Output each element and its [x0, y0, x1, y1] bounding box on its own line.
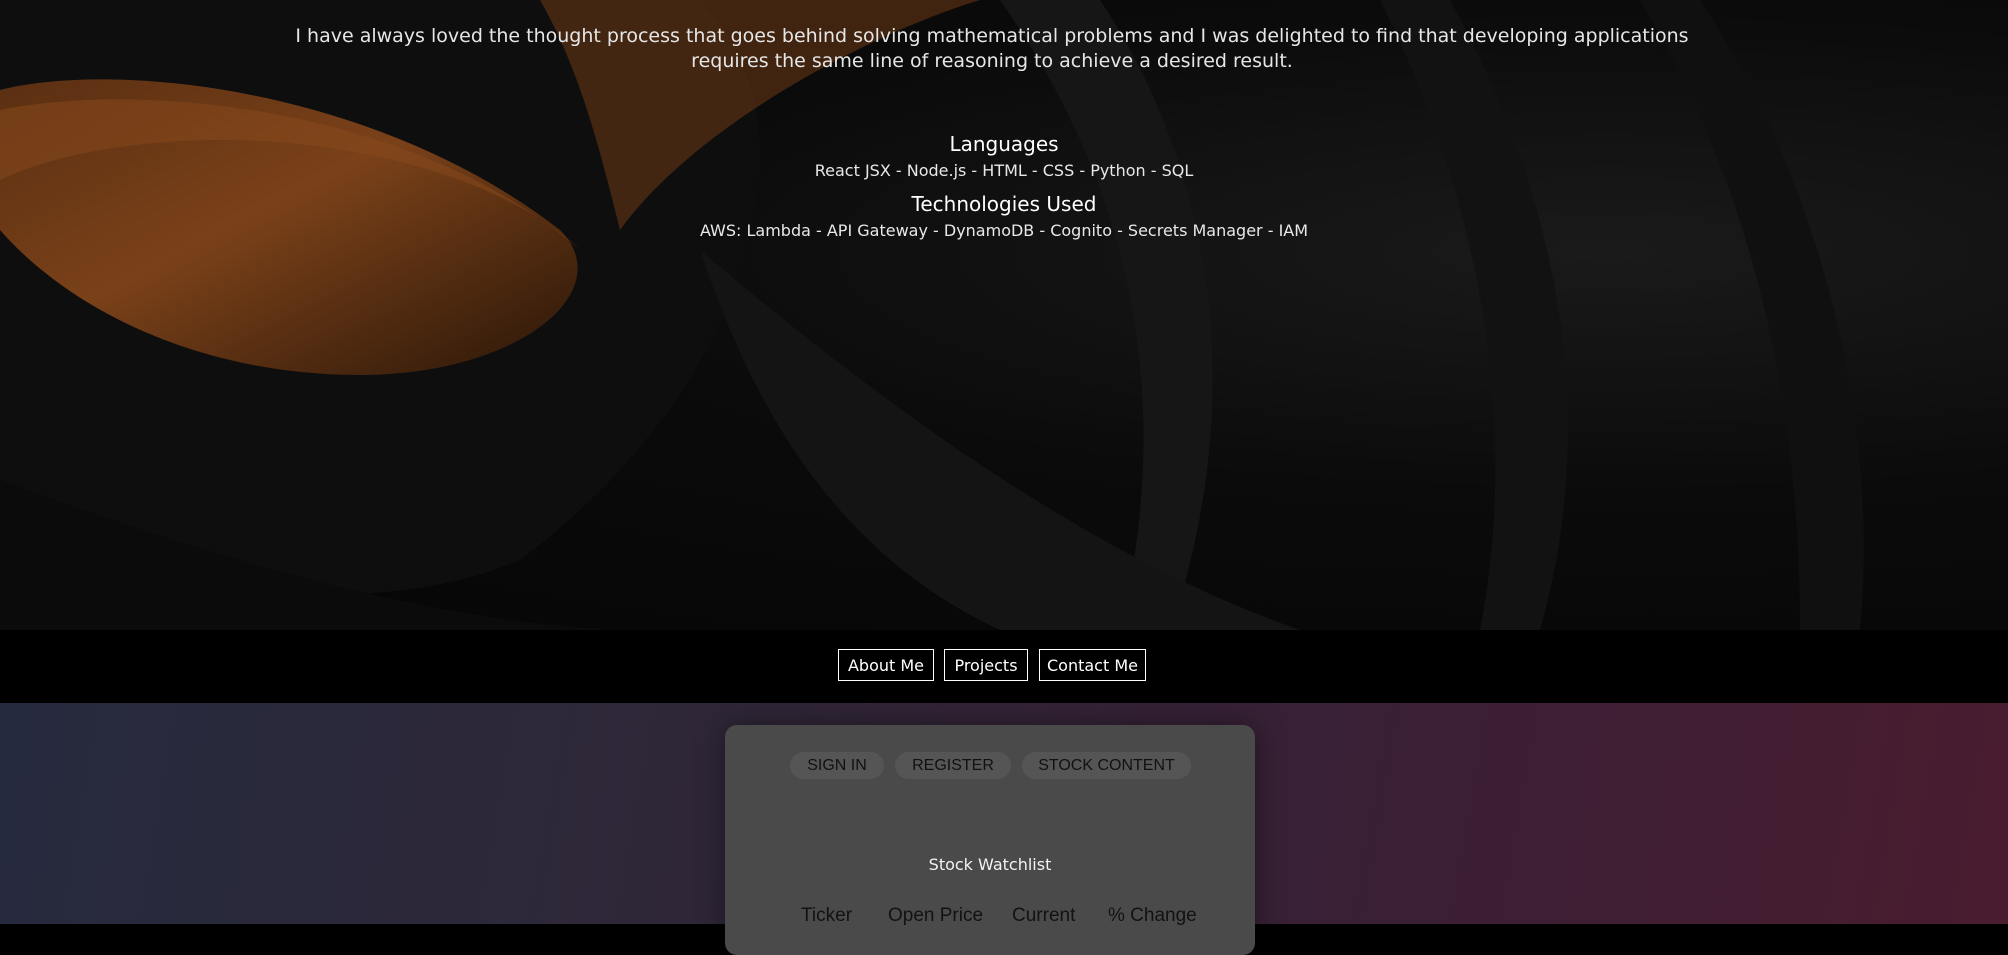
- stock-watchlist-card: SIGN IN REGISTER STOCK CONTENT Stock Wat…: [725, 725, 1255, 955]
- stock-content-tab[interactable]: STOCK CONTENT: [1022, 752, 1191, 779]
- dark-fold-2: [1380, 0, 1568, 630]
- languages-heading: Languages: [949, 132, 1059, 156]
- abstract-background-art: [0, 0, 1864, 630]
- sign-in-tab[interactable]: SIGN IN: [790, 752, 884, 779]
- navigation-bar: About Me Projects Contact Me: [0, 630, 2008, 703]
- technologies-heading: Technologies Used: [911, 192, 1097, 216]
- watchlist-title: Stock Watchlist: [928, 855, 1052, 874]
- intro-paragraph: I have always loved the thought process …: [295, 25, 1689, 72]
- technologies-list: AWS: Lambda - API Gateway - DynamoDB - C…: [699, 221, 1309, 240]
- stock-section: SIGN IN REGISTER STOCK CONTENT Stock Wat…: [0, 703, 2008, 955]
- projects-button[interactable]: Projects: [944, 649, 1028, 681]
- contact-me-button[interactable]: Contact Me: [1039, 649, 1146, 681]
- dark-fold-3: [1640, 0, 1864, 630]
- register-tab[interactable]: REGISTER: [895, 752, 1011, 779]
- hero-section: I have always loved the thought process …: [0, 0, 2008, 630]
- languages-list: React JSX - Node.js - HTML - CSS - Pytho…: [814, 161, 1194, 180]
- about-me-button[interactable]: About Me: [838, 649, 934, 681]
